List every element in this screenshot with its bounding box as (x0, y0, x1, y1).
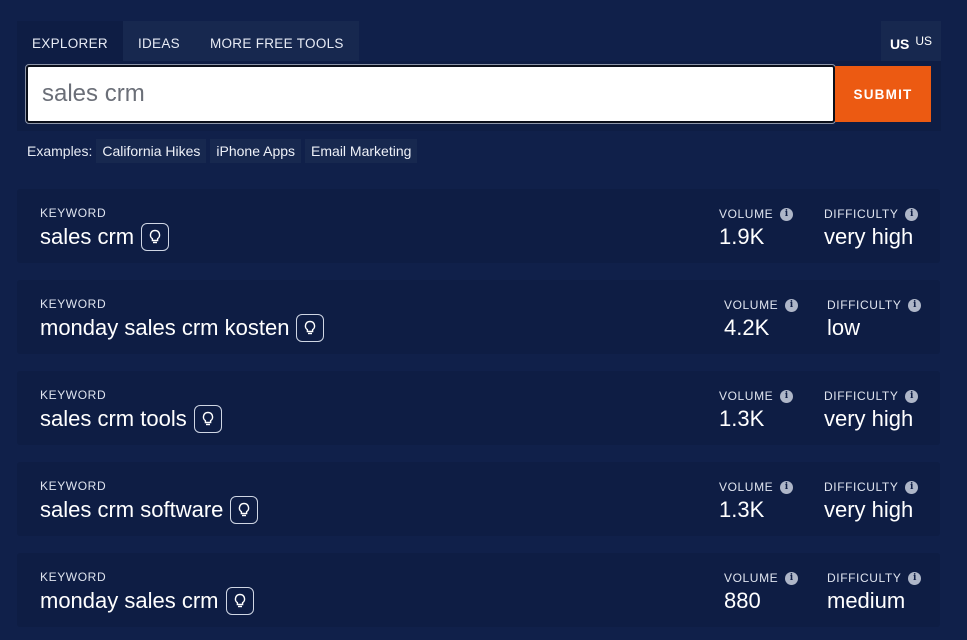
difficulty-label: DIFFICULTY (824, 207, 899, 221)
info-icon[interactable]: i (780, 480, 794, 494)
volume-value: 4.2K (724, 315, 770, 340)
keyword-label: KEYWORD (40, 388, 107, 402)
volume-label: VOLUME (724, 571, 779, 585)
difficulty-label: DIFFICULTY (827, 571, 902, 585)
volume-metric: VOLUME i 1.3K (719, 389, 794, 432)
difficulty-label: DIFFICULTY (824, 389, 899, 403)
lightbulb-icon[interactable] (225, 587, 254, 615)
volume-metric: VOLUME i 1.9K (719, 207, 794, 250)
info-icon[interactable]: i (785, 298, 799, 312)
volume-label: VOLUME (719, 480, 774, 494)
keyword-text: sales crm (40, 224, 135, 249)
difficulty-metric: DIFFICULTY i very high (824, 207, 919, 250)
difficulty-value: very high (824, 497, 914, 522)
result-row: KEYWORD sales crm tools VOLUME i 1.3K DIF… (17, 371, 940, 445)
keyword-text: sales crm software (40, 497, 224, 522)
example-chip[interactable]: California Hikes (96, 139, 207, 163)
search-input[interactable] (25, 64, 836, 124)
lightbulb-icon[interactable] (141, 223, 170, 251)
difficulty-value: low (827, 315, 861, 340)
tab-more-free-tools[interactable]: MORE FREE TOOLS (195, 21, 359, 66)
info-icon[interactable]: i (905, 207, 919, 221)
country-code: US (915, 33, 933, 48)
search-bar: SUBMIT (17, 61, 941, 131)
submit-button[interactable]: SUBMIT (835, 66, 931, 122)
tab-explorer[interactable]: EXPLORER (17, 21, 123, 66)
difficulty-label: DIFFICULTY (827, 298, 902, 312)
keyword-text: monday sales crm (40, 588, 219, 613)
volume-metric: VOLUME i 880 (724, 571, 799, 614)
difficulty-metric: DIFFICULTY i very high (824, 389, 919, 432)
info-icon[interactable]: i (780, 207, 794, 221)
keyword-text: sales crm tools (40, 406, 187, 431)
flag-icon: US (889, 35, 910, 52)
result-row: KEYWORD sales crm software VOLUME i 1.3K … (17, 462, 940, 536)
lightbulb-icon[interactable] (296, 314, 325, 342)
keyword-label: KEYWORD (40, 297, 107, 311)
info-icon[interactable]: i (905, 480, 919, 494)
result-row: KEYWORD sales crm VOLUME i 1.9K DIFFICULT… (17, 189, 940, 263)
volume-value: 1.9K (719, 224, 765, 249)
examples: Examples: California Hikes iPhone Apps E… (27, 138, 421, 164)
difficulty-value: very high (824, 406, 914, 431)
keyword-text: monday sales crm kosten (40, 315, 290, 340)
example-chip[interactable]: Email Marketing (305, 139, 418, 163)
difficulty-metric: DIFFICULTY i low (827, 298, 922, 341)
difficulty-label: DIFFICULTY (824, 480, 899, 494)
info-icon[interactable]: i (905, 389, 919, 403)
volume-value: 1.3K (719, 406, 765, 431)
lightbulb-icon[interactable] (230, 496, 259, 524)
volume-label: VOLUME (719, 207, 774, 221)
info-icon[interactable]: i (785, 571, 799, 585)
volume-value: 1.3K (719, 497, 765, 522)
volume-metric: VOLUME i 4.2K (724, 298, 799, 341)
volume-value: 880 (724, 588, 761, 613)
difficulty-metric: DIFFICULTY i medium (827, 571, 922, 614)
volume-label: VOLUME (719, 389, 774, 403)
examples-label: Examples: (27, 143, 93, 159)
keyword-label: KEYWORD (40, 570, 107, 584)
difficulty-metric: DIFFICULTY i very high (824, 480, 919, 523)
difficulty-value: medium (827, 588, 906, 613)
difficulty-value: very high (824, 224, 914, 249)
volume-metric: VOLUME i 1.3K (719, 480, 794, 523)
keyword-label: KEYWORD (40, 206, 107, 220)
country-selector[interactable]: US US (881, 21, 941, 66)
keyword-label: KEYWORD (40, 479, 107, 493)
result-row: KEYWORD monday sales crm kosten VOLUME i … (17, 280, 940, 354)
tab-ideas[interactable]: IDEAS (123, 21, 195, 66)
result-row: KEYWORD monday sales crm VOLUME i 880 DIF… (17, 553, 940, 627)
nav-tabs: EXPLORER IDEAS MORE FREE TOOLS (17, 21, 359, 66)
volume-label: VOLUME (724, 298, 779, 312)
info-icon[interactable]: i (780, 389, 794, 403)
info-icon[interactable]: i (908, 298, 922, 312)
lightbulb-icon[interactable] (193, 405, 222, 433)
example-chip[interactable]: iPhone Apps (210, 139, 302, 163)
info-icon[interactable]: i (908, 571, 922, 585)
